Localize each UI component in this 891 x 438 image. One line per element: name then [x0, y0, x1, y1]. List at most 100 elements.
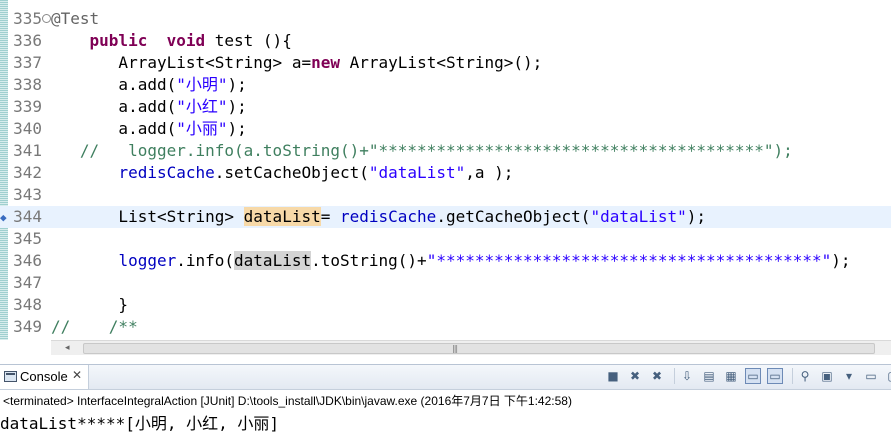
- code-text[interactable]: logger.info(dataList.toString()+"*******…: [51, 250, 851, 272]
- console-icon: [4, 371, 17, 382]
- console-view: Console ✕ ■ ✖ ✖ ⇩ ▤ ▦ ▭ ▭ ⚲ ▣ ▾ ▭ ▢ <terminated> Int…: [0, 364, 891, 438]
- code-token: ,a );: [465, 163, 514, 182]
- code-token: test (){: [205, 31, 292, 50]
- code-token: .setCacheObject(: [214, 163, 369, 182]
- line-number: 337: [13, 53, 42, 72]
- code-text[interactable]: // logger.info(a.toString()+"***********…: [51, 140, 793, 162]
- line-number: 335: [13, 9, 42, 28]
- code-token: );: [227, 119, 247, 138]
- remove-all-terminated-icon[interactable]: ✖: [649, 368, 665, 384]
- code-line[interactable]: 340 a.add("小丽");: [0, 118, 891, 140]
- close-icon[interactable]: ✕: [72, 368, 82, 382]
- code-line[interactable]: 346 logger.info(dataList.toString()+"***…: [0, 250, 891, 272]
- code-line[interactable]: 343: [0, 184, 891, 206]
- code-token: }: [51, 295, 129, 314]
- code-text[interactable]: a.add("小丽");: [51, 118, 247, 140]
- code-token: dataList: [234, 251, 312, 270]
- view-menu-icon[interactable]: ▾: [841, 368, 857, 384]
- code-token: List<String>: [51, 207, 244, 226]
- code-text[interactable]: ArrayList<String> a=new ArrayList<String…: [51, 52, 542, 74]
- line-number: 346: [13, 251, 42, 270]
- code-text[interactable]: }: [51, 294, 128, 316]
- minimize-icon[interactable]: ▭: [863, 368, 879, 384]
- line-number: 338: [13, 75, 42, 94]
- override-marker-icon: ◆: [0, 211, 7, 224]
- fold-toggle-icon[interactable]: [42, 14, 51, 23]
- maximize-icon[interactable]: ▢: [885, 368, 891, 384]
- show-when-stderr-icon[interactable]: ▭: [767, 368, 783, 384]
- line-number: 344: [13, 207, 42, 226]
- code-token: );: [831, 251, 851, 270]
- code-line[interactable]: 337 ArrayList<String> a=new ArrayList<St…: [0, 52, 891, 74]
- show-when-stdout-icon[interactable]: ▭: [745, 368, 761, 384]
- code-line[interactable]: 342 redisCache.setCacheObject("dataList"…: [0, 162, 891, 184]
- code-token: dataList: [243, 207, 321, 226]
- horizontal-scrollbar[interactable]: ◂ |||: [51, 340, 891, 355]
- code-token: "小红": [176, 97, 228, 116]
- code-token: @Test: [51, 9, 100, 28]
- code-text[interactable]: public void test (){: [51, 30, 292, 52]
- code-token: ArrayList<String>();: [340, 53, 543, 72]
- line-number: 339: [13, 97, 42, 116]
- line-number: 348: [13, 295, 42, 314]
- code-text[interactable]: List<String> dataList= redisCache.getCac…: [51, 206, 706, 228]
- code-token: a.add(: [51, 75, 177, 94]
- code-token: void: [166, 31, 206, 50]
- console-output[interactable]: dataList*****[小明, 小红, 小丽]: [0, 410, 279, 434]
- code-line[interactable]: 341 // logger.info(a.toString()+"*******…: [0, 140, 891, 162]
- code-token: );: [227, 75, 247, 94]
- code-token: );: [686, 207, 707, 226]
- code-text[interactable]: @Test: [51, 8, 99, 30]
- code-text[interactable]: a.add("小明");: [51, 74, 247, 96]
- line-number: 343: [13, 185, 42, 204]
- code-token: .toString()+: [311, 251, 427, 270]
- code-token: "小明": [176, 75, 228, 94]
- code-line[interactable]: 348 }: [0, 294, 891, 316]
- line-number: 349: [13, 317, 42, 336]
- code-token: a.add(: [51, 97, 177, 116]
- clear-console-icon[interactable]: ▤: [701, 368, 717, 384]
- pin-console-icon[interactable]: ⚲: [797, 368, 813, 384]
- tab-console[interactable]: Console ✕: [0, 365, 89, 389]
- code-line[interactable]: 336 public void test (){: [0, 30, 891, 52]
- code-line[interactable]: 349 // /**: [0, 316, 891, 338]
- code-line[interactable]: 339 a.add("小红");: [0, 96, 891, 118]
- terminate-icon[interactable]: ■: [605, 368, 621, 384]
- code-text[interactable]: a.add("小红");: [51, 96, 247, 118]
- console-toolbar: Console ✕ ■ ✖ ✖ ⇩ ▤ ▦ ▭ ▭ ⚲ ▣ ▾ ▭ ▢: [0, 365, 891, 390]
- code-token: redisCache: [118, 163, 215, 182]
- code-line[interactable]: 335 @Test: [0, 8, 891, 30]
- code-token: // logger.info(a.toString()+"***********…: [51, 141, 793, 160]
- code-line[interactable]: 347: [0, 272, 891, 294]
- remove-launch-icon[interactable]: ✖: [627, 368, 643, 384]
- code-token: // /**: [51, 317, 138, 336]
- word-wrap-icon[interactable]: ▦: [723, 368, 739, 384]
- line-number: 336: [13, 31, 42, 50]
- code-line[interactable]: 345: [0, 228, 891, 250]
- line-number: 341: [13, 141, 42, 160]
- display-console-icon[interactable]: ▣: [819, 368, 835, 384]
- code-token: "小丽": [176, 119, 228, 138]
- toolbar-separator: [792, 368, 793, 384]
- toolbar-separator: [674, 368, 675, 384]
- code-editor[interactable]: 335 @Test 336 public void test (){337 Arra…: [0, 0, 891, 340]
- code-line[interactable]: ◆ 344 List<String> dataList= redisCache.g…: [0, 206, 891, 228]
- code-text[interactable]: // /**: [51, 316, 138, 338]
- code-token: new: [311, 53, 340, 72]
- scroll-left-icon[interactable]: ◂: [65, 343, 70, 353]
- code-text[interactable]: redisCache.setCacheObject("dataList",a )…: [51, 162, 513, 184]
- code-token: =: [320, 207, 340, 226]
- scrollbar-grip: |||: [452, 344, 458, 353]
- line-number: 345: [13, 229, 42, 248]
- code-token: .getCacheObject(: [436, 207, 591, 226]
- line-number: 342: [13, 163, 42, 182]
- code-line[interactable]: 338 a.add("小明");: [0, 74, 891, 96]
- code-token: public: [89, 31, 148, 50]
- code-token: );: [227, 97, 247, 116]
- scroll-lock-icon[interactable]: ⇩: [679, 368, 695, 384]
- scrollbar-thumb[interactable]: |||: [83, 343, 875, 354]
